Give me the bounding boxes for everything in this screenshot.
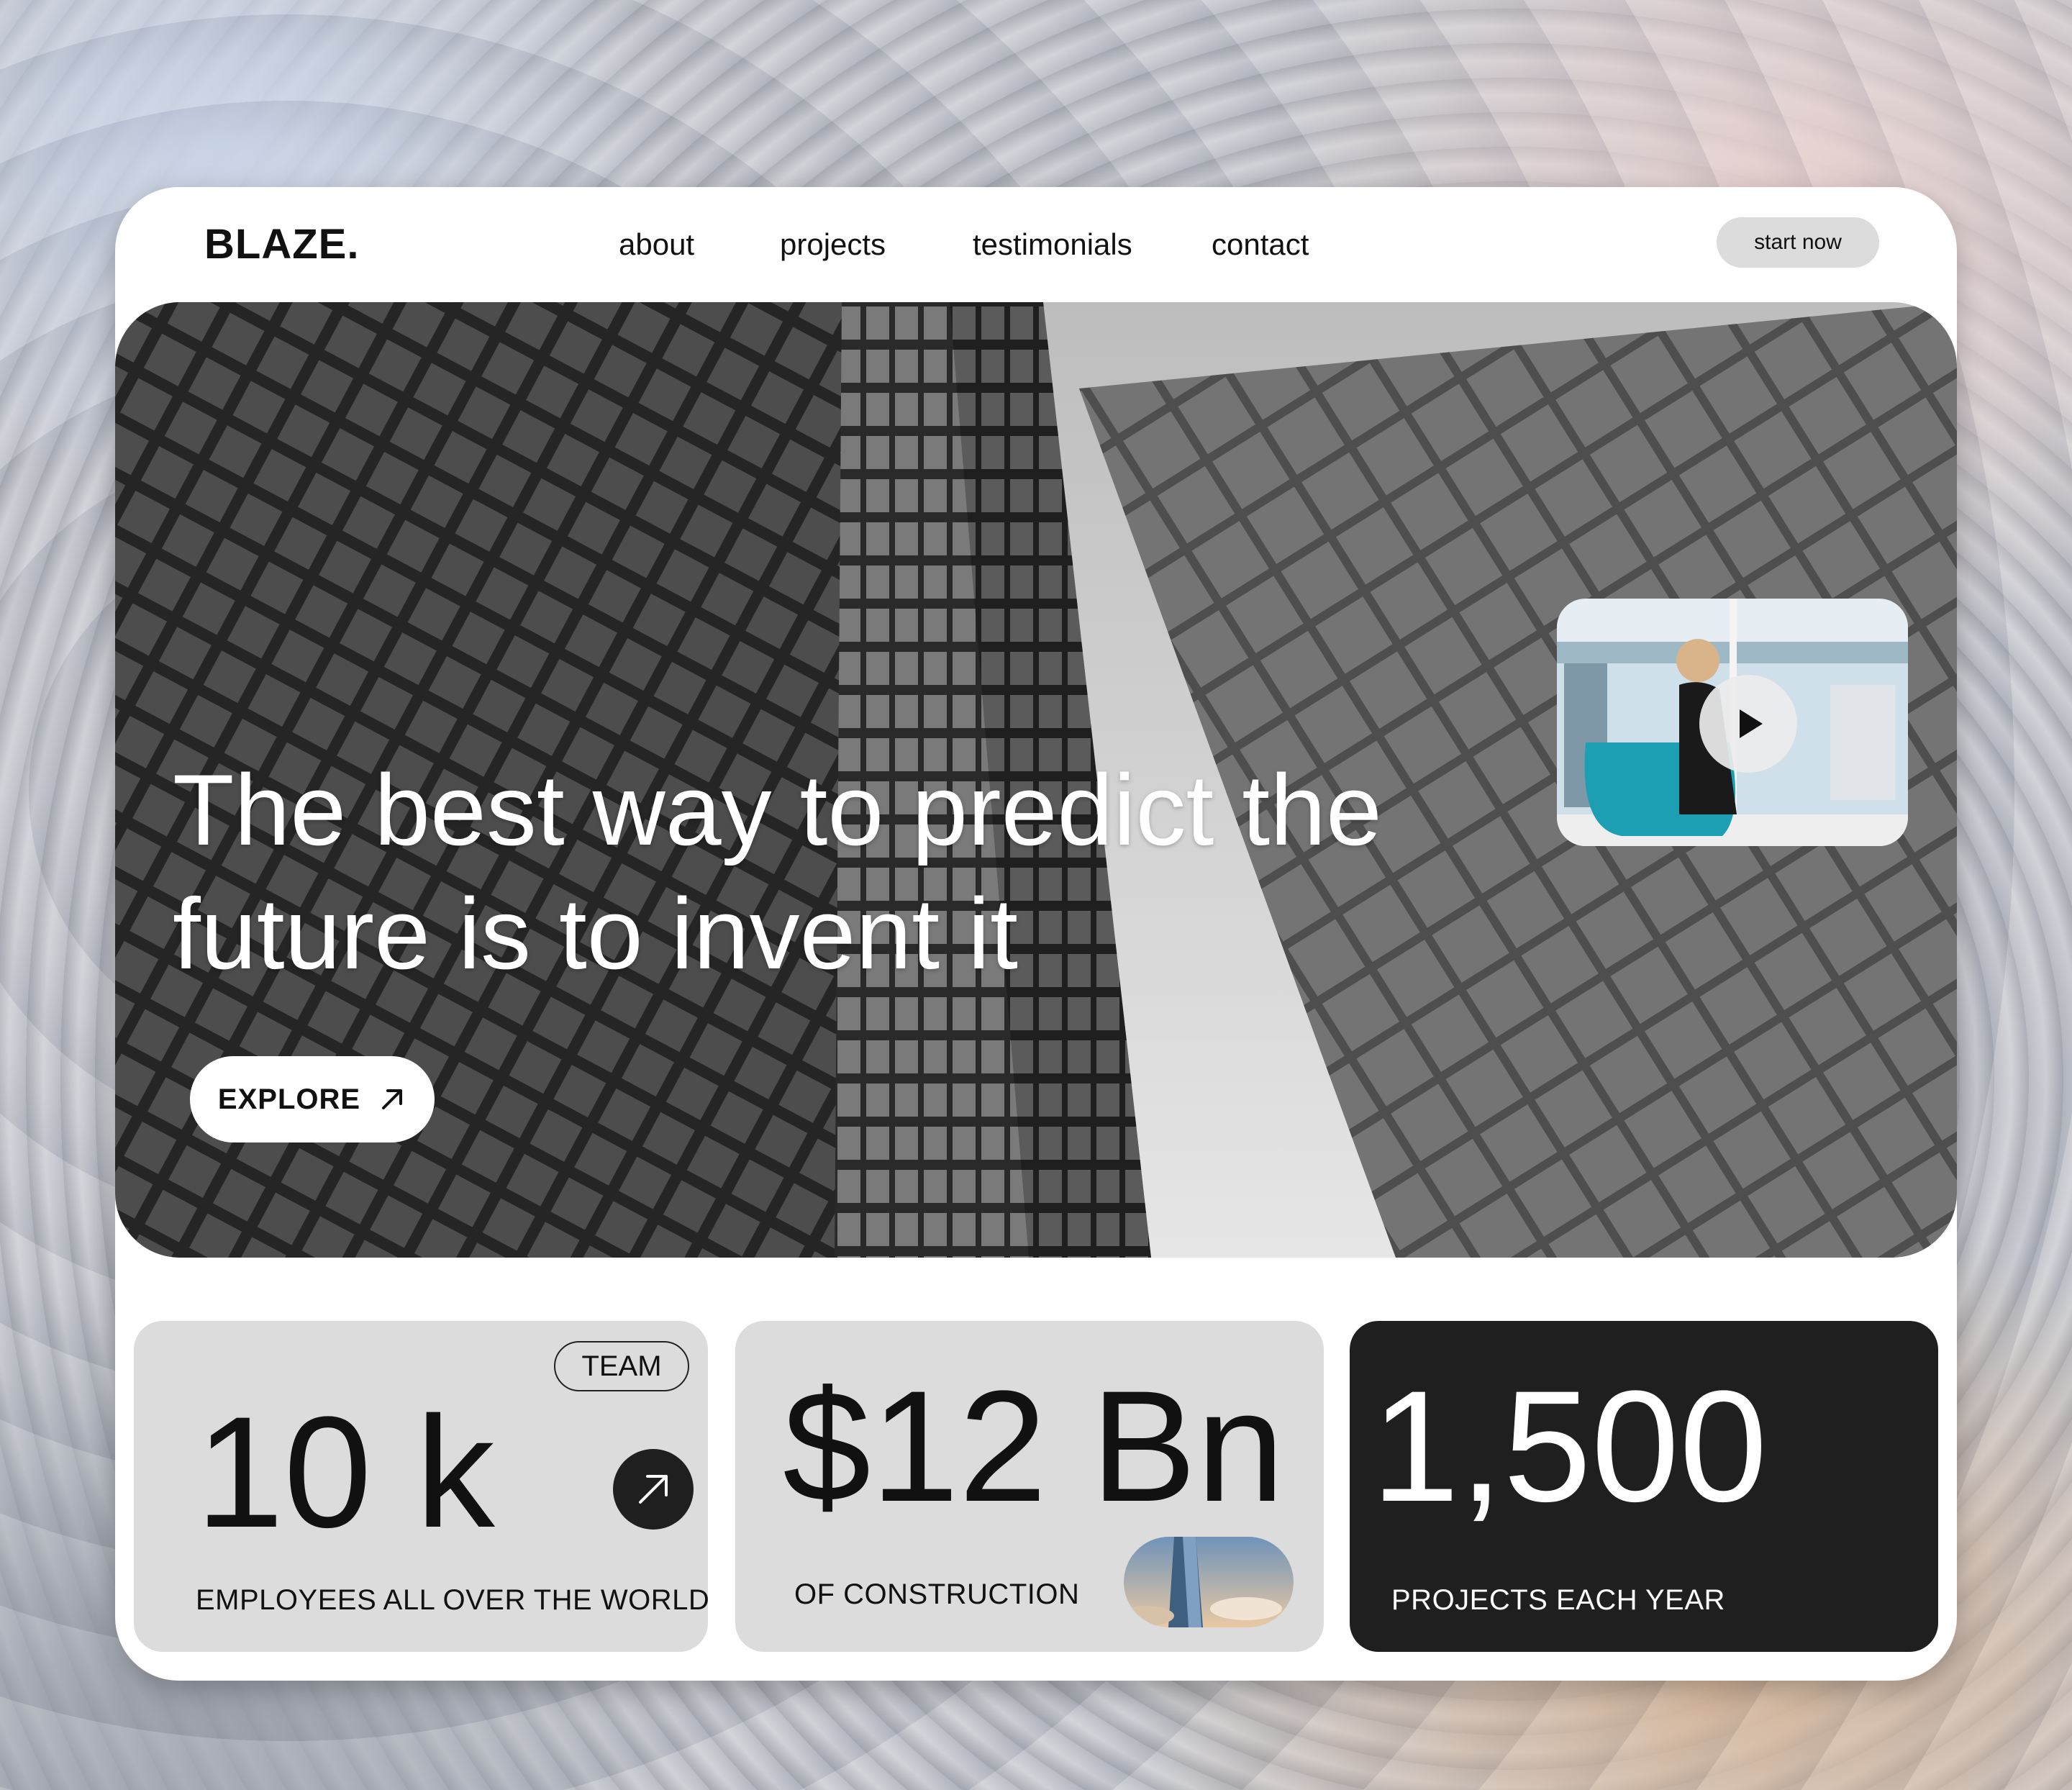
arrow-up-right-icon [639, 1475, 668, 1504]
play-icon [1740, 709, 1763, 738]
play-button[interactable] [1699, 675, 1797, 773]
hero-headline: The best way to predict the future is to… [173, 748, 1540, 996]
stat-link-button[interactable] [613, 1449, 694, 1530]
explore-label: EXPLORE [217, 1083, 361, 1115]
team-badge[interactable]: TEAM [554, 1341, 689, 1391]
nav-link-testimonials[interactable]: testimonials [973, 227, 1132, 262]
tower-thumbnail-image [1124, 1537, 1294, 1627]
brand-logo[interactable]: BLAZE. [204, 220, 359, 268]
hero-headline-line-1: The best way to predict the [173, 753, 1382, 866]
nav-link-about[interactable]: about [619, 227, 694, 262]
explore-button[interactable]: EXPLORE [190, 1056, 435, 1142]
stat-card-employees: TEAM 10 k EMPLOYEES ALL OVER THE WORLD [134, 1321, 708, 1652]
start-now-button[interactable]: start now [1717, 217, 1879, 268]
hero-headline-line-2: future is to invent it [173, 877, 1019, 990]
landing-card: BLAZE. about projects testimonials conta… [115, 187, 1957, 1681]
stat-caption-employees: EMPLOYEES ALL OVER THE WORLD [196, 1584, 708, 1616]
stat-value-projects: 1,500 [1371, 1358, 1768, 1535]
hero-section: The best way to predict the future is to… [115, 302, 1957, 1258]
nav-link-projects[interactable]: projects [780, 227, 886, 262]
nav-link-contact[interactable]: contact [1212, 227, 1309, 262]
video-thumbnail[interactable] [1557, 599, 1908, 846]
top-nav: BLAZE. about projects testimonials conta… [115, 187, 1957, 302]
stat-caption-projects: PROJECTS EACH YEAR [1391, 1584, 1725, 1616]
stat-card-projects: 1,500 PROJECTS EACH YEAR [1350, 1321, 1938, 1652]
arrow-up-right-icon [382, 1089, 403, 1109]
stat-value-employees: 10 k [196, 1384, 495, 1560]
stat-value-construction: $12 Bn [783, 1358, 1285, 1535]
stat-caption-construction: OF CONSTRUCTION [794, 1578, 1080, 1610]
stat-card-construction: $12 Bn OF CONSTRUCTION [735, 1321, 1324, 1652]
